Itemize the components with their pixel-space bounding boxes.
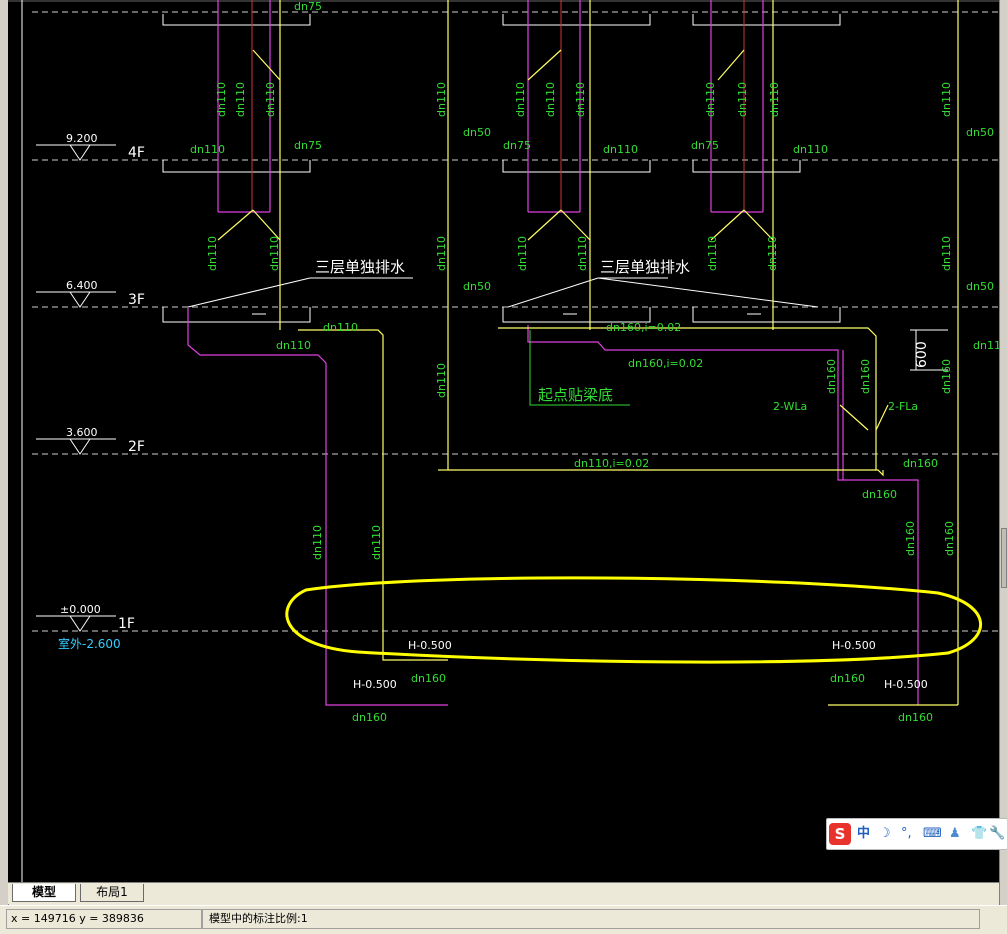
svg-text:dn160: dn160 [825, 359, 838, 394]
drawing-canvas[interactable]: 9.200 4F 6.400 3F 3.600 2F ±0.000 1F 室外- [8, 0, 999, 882]
vertical-pipe-labels: dn110 dn110 dn110 dn110 dn110 dn110 dn11… [206, 82, 956, 560]
svg-text:dn110: dn110 [435, 82, 448, 117]
highlight-ellipse [285, 576, 982, 664]
svg-text:dn160: dn160 [859, 359, 872, 394]
pipe-labels: dn110 dn75 dn75 dn50 dn50 dn75 dn110 dn7… [190, 0, 999, 724]
svg-text:dn160: dn160 [862, 488, 897, 501]
drawing-svg[interactable]: 9.200 4F 6.400 3F 3.600 2F ±0.000 1F 室外- [8, 0, 999, 882]
svg-text:dn50: dn50 [463, 126, 491, 139]
svg-text:dn160: dn160 [943, 521, 956, 556]
elev-label: 9.200 [66, 132, 98, 145]
level-marker-2f: 3.600 2F [36, 426, 145, 455]
outdoor-elev-label: 室外-2.600 [58, 636, 121, 651]
svg-text:dn110: dn110 [940, 236, 953, 271]
fixture-outlines [162, 14, 948, 371]
scroll-thumb[interactable] [1001, 528, 1007, 588]
floor-label: 2F [128, 439, 145, 455]
svg-text:dn160: dn160 [904, 521, 917, 556]
elev-label: 3.600 [66, 426, 98, 439]
tools-icon[interactable]: 🔧 [989, 823, 1005, 845]
note-beam-start: 起点贴梁底 [538, 386, 613, 404]
moon-icon[interactable]: ☽ [879, 823, 891, 845]
svg-text:H-0.500: H-0.500 [408, 639, 452, 652]
svg-text:dn110: dn110 [736, 82, 749, 117]
level-marker-3f: 6.400 3F [36, 279, 145, 308]
svg-text:2-WLa: 2-WLa [773, 400, 807, 413]
svg-text:dn75: dn75 [503, 139, 531, 152]
svg-text:dn160: dn160 [352, 711, 387, 724]
floor-label: 3F [128, 292, 145, 308]
skin-icon[interactable]: 👕 [971, 823, 987, 845]
annotation-scale-text: 模型中的标注比例:1 [202, 909, 980, 929]
svg-text:dn75: dn75 [294, 0, 322, 13]
svg-text:dn110: dn110 [940, 82, 953, 117]
svg-text:dn160,i=0.02: dn160,i=0.02 [606, 321, 681, 334]
note-separate-drain-left: 三层单独排水 [315, 258, 405, 276]
svg-text:dn110: dn110 [435, 236, 448, 271]
tab-layout1[interactable]: 布局1 [80, 884, 144, 902]
svg-text:dn110: dn110 [215, 82, 228, 117]
coordinate-readout[interactable]: x = 149716 y = 389836 [6, 909, 202, 929]
svg-text:dn50: dn50 [966, 280, 994, 293]
svg-text:dn110: dn110 [264, 82, 277, 117]
svg-text:dn110: dn110 [514, 82, 527, 117]
svg-text:H-0.500: H-0.500 [353, 678, 397, 691]
level-marker-4f: 9.200 4F [36, 132, 145, 161]
svg-text:dn110: dn110 [323, 321, 358, 334]
svg-text:H-0.500: H-0.500 [832, 639, 876, 652]
user-icon[interactable]: ♟ [949, 823, 961, 845]
svg-text:dn50: dn50 [463, 280, 491, 293]
note-separate-drain-right: 三层单独排水 [600, 258, 690, 276]
svg-text:dn110: dn110 [576, 236, 589, 271]
svg-text:dn110: dn110 [768, 82, 781, 117]
svg-text:dn160: dn160 [903, 457, 938, 470]
sogou-logo-icon[interactable]: S [829, 823, 851, 845]
svg-text:dn110: dn110 [574, 82, 587, 117]
svg-text:dn110: dn110 [435, 363, 448, 398]
layout-tabbar: 模型 布局1 [8, 882, 999, 904]
svg-text:dn110: dn110 [973, 339, 999, 352]
svg-text:dn160,i=0.02: dn160,i=0.02 [628, 357, 703, 370]
svg-text:dn160: dn160 [411, 672, 446, 685]
svg-text:dn110: dn110 [190, 143, 225, 156]
svg-text:dn110: dn110 [370, 525, 383, 560]
svg-text:dn160: dn160 [830, 672, 865, 685]
svg-text:dn160: dn160 [898, 711, 933, 724]
svg-text:H-0.500: H-0.500 [884, 678, 928, 691]
svg-text:dn110: dn110 [516, 236, 529, 271]
elev-label: ±0.000 [60, 603, 101, 616]
svg-text:600: 600 [914, 341, 930, 368]
svg-text:dn75: dn75 [294, 139, 322, 152]
svg-text:2-FLa: 2-FLa [888, 400, 918, 413]
svg-text:dn50: dn50 [966, 126, 994, 139]
svg-text:dn160: dn160 [940, 359, 953, 394]
vertical-scrollbar[interactable] [999, 0, 1007, 905]
cad-window: 9.200 4F 6.400 3F 3.600 2F ±0.000 1F 室外- [0, 0, 1007, 934]
svg-text:dn110: dn110 [544, 82, 557, 117]
ime-mode-button[interactable]: 中 [857, 823, 870, 845]
svg-text:dn110: dn110 [268, 236, 281, 271]
punctuation-icon[interactable]: °, [901, 823, 912, 845]
svg-text:dn110,i=0.02: dn110,i=0.02 [574, 457, 649, 470]
svg-text:dn75: dn75 [691, 139, 719, 152]
tab-model[interactable]: 模型 [12, 884, 76, 902]
red-stacks [251, 0, 745, 212]
svg-text:dn110: dn110 [234, 82, 247, 117]
svg-text:dn110: dn110 [706, 236, 719, 271]
floor-label: 1F [118, 616, 135, 632]
svg-text:dn110: dn110 [704, 82, 717, 117]
svg-text:dn110: dn110 [206, 236, 219, 271]
svg-text:dn110: dn110 [766, 236, 779, 271]
yellow-pipes [217, 0, 959, 706]
keyboard-icon[interactable]: ⌨ [923, 823, 942, 845]
elev-label: 6.400 [66, 279, 98, 292]
svg-text:dn110: dn110 [603, 143, 638, 156]
svg-text:dn110: dn110 [793, 143, 828, 156]
level-marker-1f: ±0.000 1F 室外-2.600 [36, 603, 135, 651]
svg-text:dn110: dn110 [276, 339, 311, 352]
status-bar: x = 149716 y = 389836 模型中的标注比例:1 [0, 905, 1007, 934]
floor-label: 4F [128, 145, 145, 161]
ime-toolbar[interactable]: S 中 ☽ °, ⌨ ♟ 👕 🔧 [826, 818, 1007, 850]
svg-text:dn110: dn110 [311, 525, 324, 560]
